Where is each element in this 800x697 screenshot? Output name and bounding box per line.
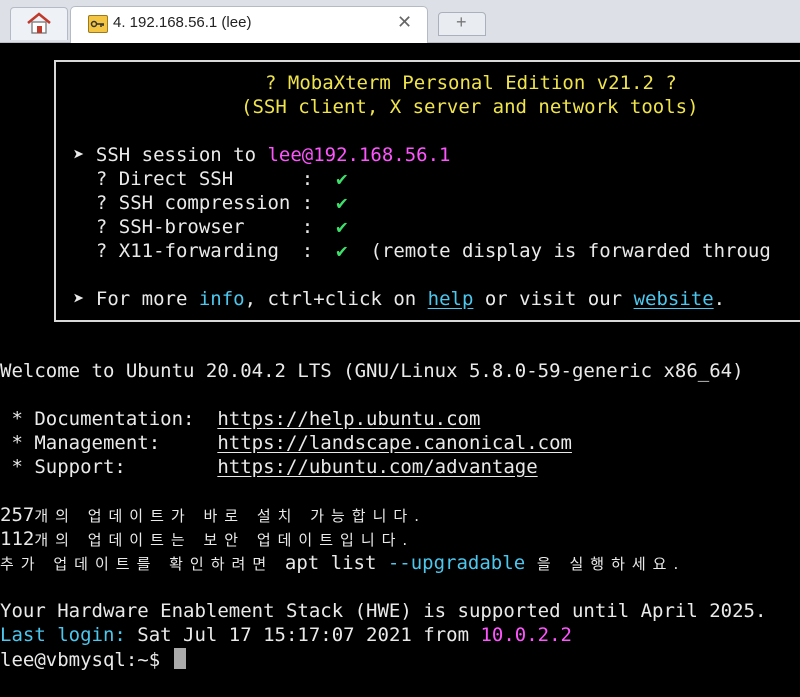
plus-icon: + <box>456 12 467 32</box>
support-line: * Support: https://ubuntu.com/advantage <box>0 456 538 478</box>
feature-ssh-browser: ? SSH-browser : ✔ <box>73 216 348 238</box>
tab-session[interactable]: 4. 192.168.56.1 (lee) ✕ <box>70 6 428 43</box>
info-link[interactable]: info <box>199 288 245 310</box>
updates-line-2: 112개의 업데이트는 보안 업데이트입니다. <box>0 528 415 550</box>
home-tab-button[interactable] <box>10 7 68 40</box>
check-icon: ✔ <box>336 216 348 238</box>
ssh-key-icon <box>88 15 108 33</box>
cursor <box>173 648 186 669</box>
feature-x11-forwarding: ? X11-forwarding : ✔ (remote display is … <box>73 240 771 262</box>
management-line: * Management: https://landscape.canonica… <box>0 432 572 454</box>
support-url[interactable]: https://ubuntu.com/advantage <box>217 456 537 478</box>
tab-bar: 4. 192.168.56.1 (lee) ✕ + <box>0 0 800 43</box>
check-icon: ✔ <box>336 192 348 214</box>
more-info-line: ➤ For more info, ctrl+click on help or v… <box>73 288 726 310</box>
hwe-line: Your Hardware Enablement Stack (HWE) is … <box>0 600 767 622</box>
banner-subtitle: (SSH client, X server and network tools) <box>241 96 699 118</box>
website-link[interactable]: website <box>634 288 714 310</box>
feature-ssh-compression: ? SSH compression : ✔ <box>73 192 348 214</box>
last-login-line: Last login: Sat Jul 17 15:17:07 2021 fro… <box>0 624 572 646</box>
doc-line: * Documentation: https://help.ubuntu.com <box>0 408 481 430</box>
management-url[interactable]: https://landscape.canonical.com <box>217 432 572 454</box>
feature-direct-ssh: ? Direct SSH : ✔ <box>73 168 348 190</box>
ssh-session-line: ➤ SSH session to lee@192.168.56.1 <box>73 144 451 166</box>
home-icon <box>27 12 51 34</box>
doc-url[interactable]: https://help.ubuntu.com <box>217 408 480 430</box>
updates-line-3: 추가 업데이트를 확인하려면 apt list --upgradable 을 실… <box>0 552 686 574</box>
check-icon: ✔ <box>336 240 348 262</box>
terminal[interactable]: ? MobaXterm Personal Edition v21.2 ? (SS… <box>0 43 800 697</box>
updates-line-1: 257개의 업데이트가 바로 설치 가능합니다. <box>0 504 426 526</box>
close-icon[interactable]: ✕ <box>397 12 412 33</box>
help-link[interactable]: help <box>428 288 474 310</box>
session-host: lee@192.168.56.1 <box>267 144 451 166</box>
shell-prompt[interactable]: lee@vbmysql:~$ <box>0 648 186 672</box>
banner-title: ? MobaXterm Personal Edition v21.2 ? <box>265 72 677 94</box>
new-tab-button[interactable]: + <box>438 12 486 36</box>
tab-title: 4. 192.168.56.1 (lee) <box>113 14 252 31</box>
welcome-line: Welcome to Ubuntu 20.04.2 LTS (GNU/Linux… <box>0 360 744 382</box>
check-icon: ✔ <box>336 168 348 190</box>
